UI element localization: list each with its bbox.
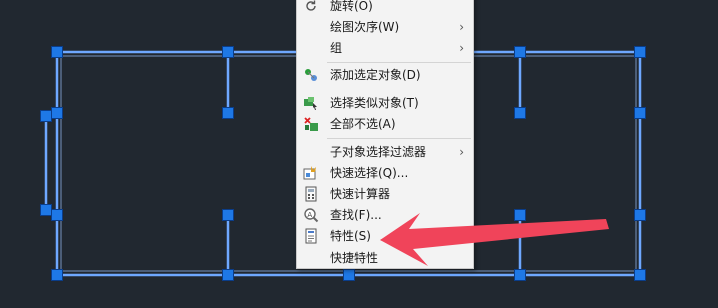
annotation-arrow <box>380 213 609 266</box>
